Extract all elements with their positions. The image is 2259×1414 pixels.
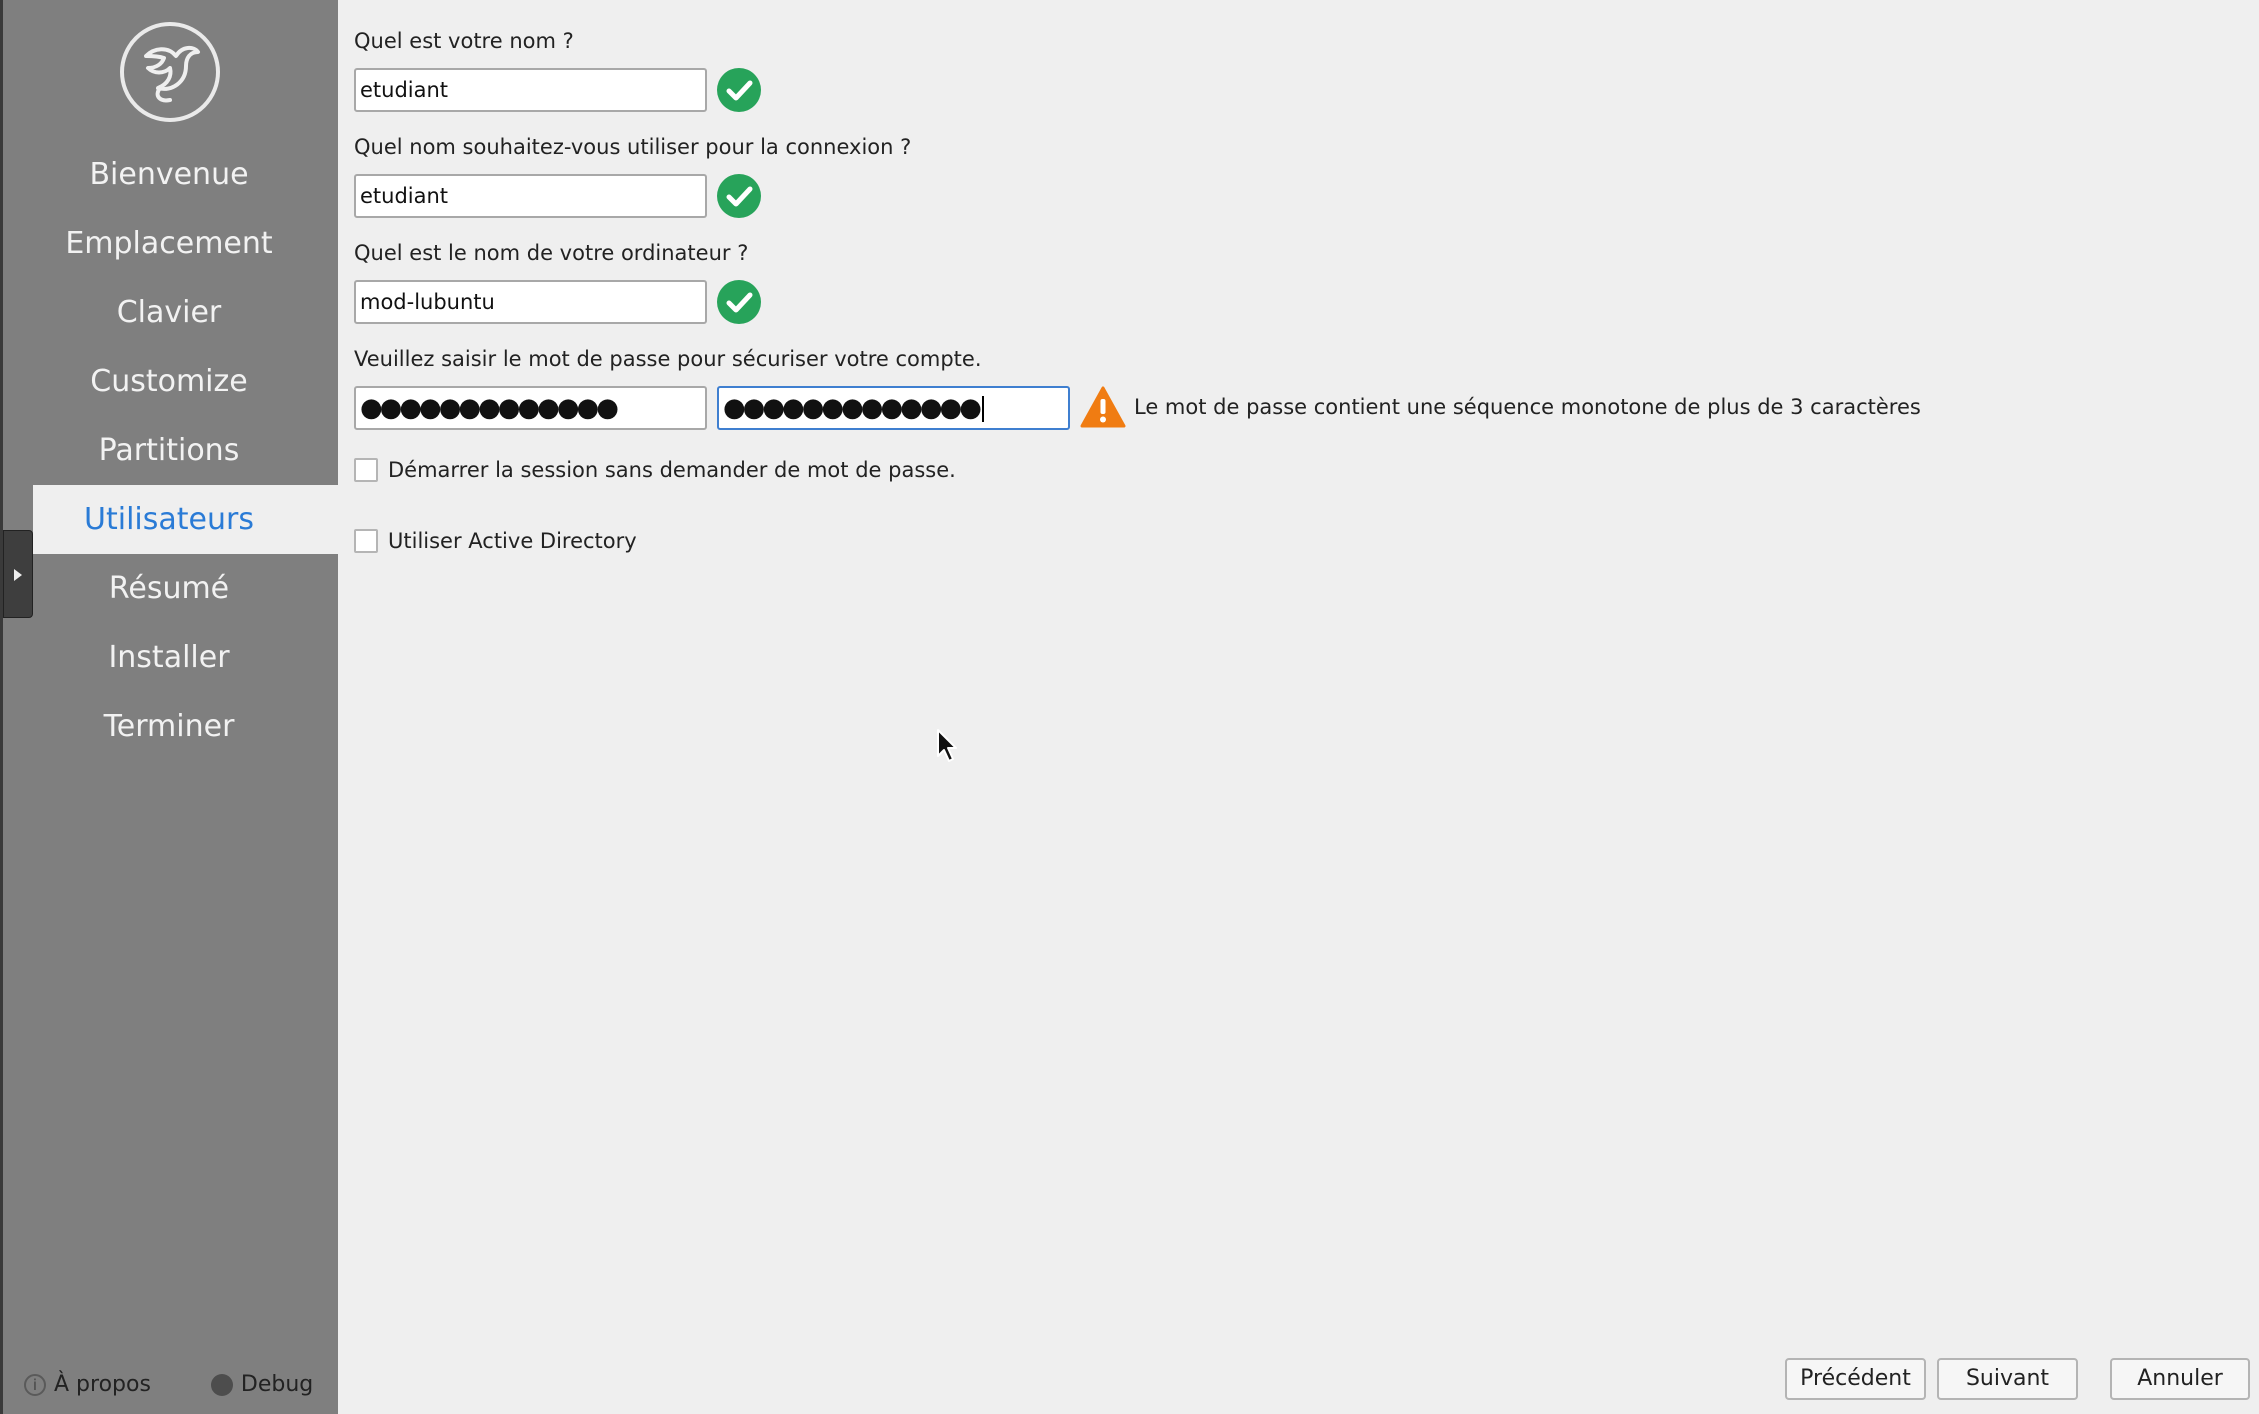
valid-check-icon (717, 68, 761, 112)
debug-button[interactable]: Debug (210, 1372, 314, 1397)
password-warning: Le mot de passe contient une séquence mo… (1134, 395, 1921, 419)
info-icon: i (24, 1373, 46, 1396)
debug-label: Debug (240, 1372, 314, 1397)
name-field[interactable]: etudiant (354, 68, 707, 112)
active-directory-checkbox[interactable] (354, 529, 378, 553)
next-button[interactable]: Suivant (1937, 1358, 2078, 1400)
login-field[interactable]: etudiant (354, 174, 707, 218)
password-question: Veuillez saisir le mot de passe pour séc… (354, 347, 982, 371)
active-directory-label[interactable]: Utiliser Active Directory (388, 529, 637, 553)
about-button[interactable]: i À propos (24, 1372, 151, 1397)
password-mask: ●●●●●●●●●●●●● (360, 393, 619, 423)
password-confirm-field[interactable]: ●●●●●●●●●●●●● (717, 386, 1070, 430)
lubuntu-logo-icon (120, 22, 220, 122)
sidebar-item-utilisateurs[interactable]: Utilisateurs (33, 485, 338, 554)
sidebar-footer: i À propos Debug (24, 1372, 313, 1397)
sidebar-item-terminer[interactable]: Terminer (0, 692, 338, 761)
valid-check-icon (717, 280, 761, 324)
sidebar-collapse-handle[interactable] (3, 530, 33, 618)
sidebar-item-emplacement[interactable]: Emplacement (0, 209, 338, 278)
login-question: Quel nom souhaitez-vous utiliser pour la… (354, 135, 912, 159)
debug-icon (210, 1373, 233, 1396)
text-caret (981, 395, 984, 422)
sidebar: Bienvenue Emplacement Clavier Customize … (0, 0, 338, 1414)
sidebar-nav: Bienvenue Emplacement Clavier Customize … (0, 140, 338, 761)
name-question: Quel est votre nom ? (354, 29, 574, 53)
warning-icon (1080, 385, 1126, 429)
expand-arrow-icon (14, 569, 22, 581)
sidebar-item-installer[interactable]: Installer (0, 623, 338, 692)
sidebar-item-partitions[interactable]: Partitions (0, 416, 338, 485)
sidebar-item-clavier[interactable]: Clavier (0, 278, 338, 347)
password-confirm-mask: ●●●●●●●●●●●●● (723, 393, 982, 423)
computer-name-field[interactable]: mod-lubuntu (354, 280, 707, 324)
cancel-button[interactable]: Annuler (2110, 1358, 2250, 1400)
autologin-checkbox[interactable] (354, 458, 378, 482)
back-button[interactable]: Précédent (1785, 1358, 1926, 1400)
mouse-cursor-icon (936, 728, 960, 768)
autologin-label[interactable]: Démarrer la session sans demander de mot… (388, 458, 956, 482)
about-label: À propos (54, 1372, 151, 1397)
password-field[interactable]: ●●●●●●●●●●●●● (354, 386, 707, 430)
valid-check-icon (717, 174, 761, 218)
sidebar-item-bienvenue[interactable]: Bienvenue (0, 140, 338, 209)
computer-name-question: Quel est le nom de votre ordinateur ? (354, 241, 749, 265)
sidebar-item-resume[interactable]: Résumé (0, 554, 338, 623)
sidebar-item-customize[interactable]: Customize (0, 347, 338, 416)
